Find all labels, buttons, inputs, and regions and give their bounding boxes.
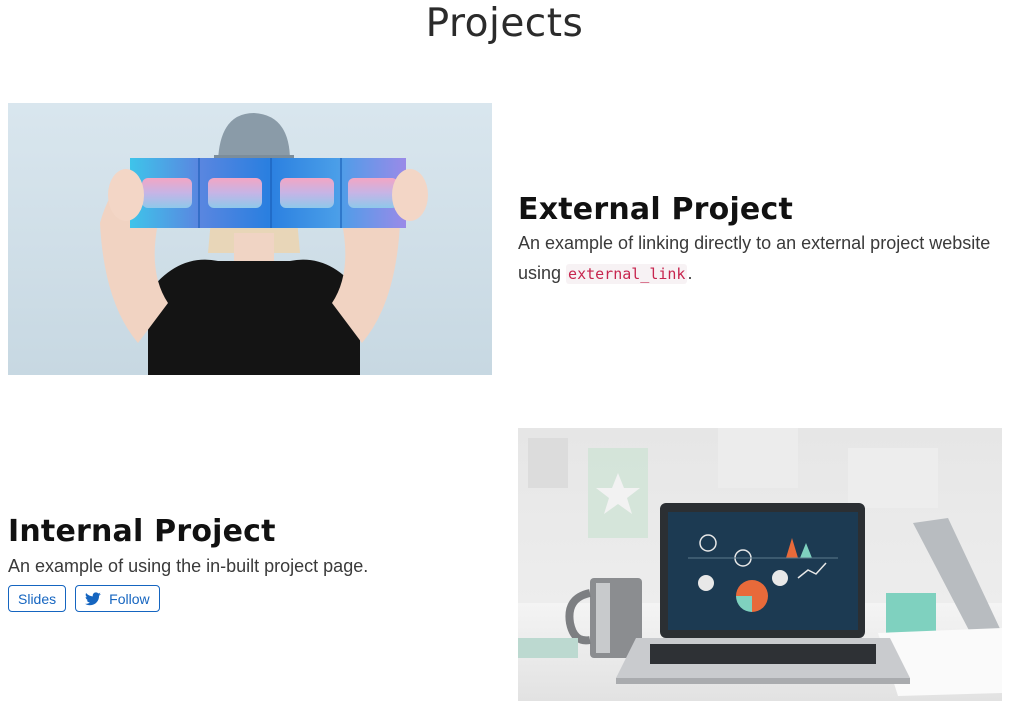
follow-button[interactable]: Follow [75,585,160,612]
laptop-desk-photo [518,428,1002,701]
external-project-image[interactable] [8,103,492,375]
project-links: Slides Follow [8,585,160,612]
external-project-title-link[interactable]: External Project [518,192,793,227]
slides-button[interactable]: Slides [8,585,67,612]
internal-project-title-link[interactable]: Internal Project [8,514,276,549]
summary-end: . [687,263,693,283]
inline-code: external_link [566,264,688,284]
internal-project-summary: An example of using the in-built project… [8,556,369,576]
woman-holding-panel-photo [8,103,492,375]
internal-project-title[interactable]: Internal Project [8,514,276,550]
internal-project-image[interactable] [518,428,1002,701]
external-project-title[interactable]: External Project [518,192,793,228]
twitter-icon [85,591,101,606]
follow-button-label: Follow [109,590,150,607]
slides-button-label: Slides [18,590,57,607]
page-title: Projects [425,1,584,46]
external-project-summary: An example of linking directly to an ext… [518,228,1002,289]
